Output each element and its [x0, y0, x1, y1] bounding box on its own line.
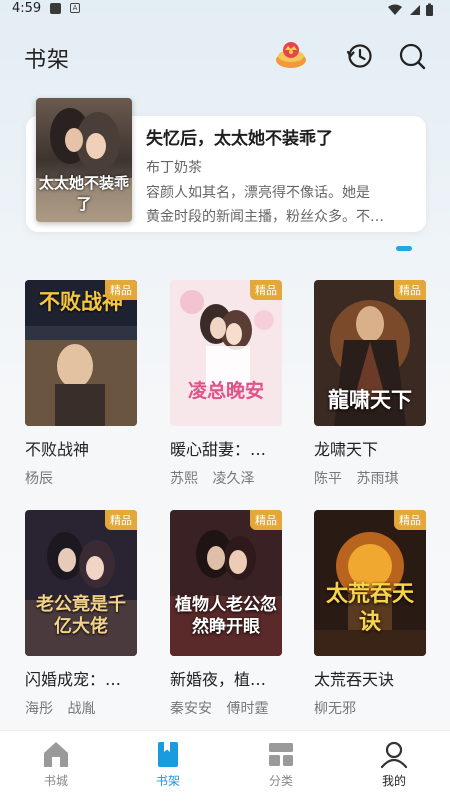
book-author: 傅时霆 — [226, 701, 269, 717]
featured-book-author: 布丁奶茶 — [146, 160, 202, 176]
book-title[interactable]: 龙啸天下 — [314, 436, 426, 460]
book-item[interactable]: 太荒吞天诀 精品 太荒吞天诀 柳无邪 — [314, 510, 426, 718]
book-item[interactable]: 龍啸天下 精品 龙啸天下 陈平 苏雨琪 — [314, 280, 426, 488]
featured-book-description: 容颜人如其名，漂亮得不像话。她是 黄金时段的新闻主播，粉丝众多。不… — [146, 181, 410, 229]
tab-mine[interactable]: 我的 — [338, 731, 450, 801]
book-item[interactable]: 植物人老公忽然睁开眼 精品 新婚夜，植… 秦安安 傅时霆 — [170, 510, 282, 718]
book-cover-text: 太荒吞天诀 — [325, 581, 414, 635]
book-item[interactable]: 老公竟是千亿大佬 精品 闪婚成宠：… 海彤 战胤 — [25, 510, 137, 718]
premium-badge: 精品 — [105, 280, 137, 300]
tab-category[interactable]: 分类 — [225, 731, 337, 801]
header: 书架 — [0, 30, 450, 80]
book-cover[interactable]: 不败战神 精品 — [25, 280, 137, 426]
premium-badge: 精品 — [250, 280, 282, 300]
premium-badge: 精品 — [105, 510, 137, 530]
book-title[interactable]: 新婚夜，植… — [170, 666, 282, 690]
book-cover[interactable]: 植物人老公忽然睁开眼 精品 — [170, 510, 282, 656]
book-author: 凌久泽 — [212, 471, 255, 487]
book-authors: 苏熙 凌久泽 — [170, 468, 282, 488]
tab-label: 我的 — [381, 774, 406, 788]
category-grid-icon — [269, 743, 293, 766]
book-authors: 杨辰 — [25, 468, 137, 488]
book-author: 陈平 — [314, 471, 342, 487]
book-author: 杨辰 — [25, 471, 53, 487]
book-title[interactable]: 不败战神 — [25, 436, 137, 460]
book-cover-text: 植物人老公忽然睁开眼 — [175, 595, 277, 637]
premium-badge: 精品 — [250, 510, 282, 530]
book-cover-text: 龍啸天下 — [328, 387, 412, 412]
book-author: 苏雨琪 — [356, 471, 399, 487]
premium-badge: 精品 — [394, 510, 426, 530]
book-title[interactable]: 太荒吞天诀 — [314, 666, 426, 690]
bookshelf-icon — [158, 742, 178, 767]
home-icon — [44, 742, 68, 767]
featured-book-cover[interactable]: 太太她不装乖了 — [36, 98, 132, 222]
bottom-tab-bar: 书城 书架 分类 我的 — [0, 730, 450, 801]
tab-bookstore[interactable]: 书城 — [0, 731, 112, 801]
carousel-indicator — [396, 246, 412, 251]
user-profile-icon — [380, 741, 408, 769]
book-authors: 秦安安 傅时霆 — [170, 698, 282, 718]
tab-label: 书架 — [155, 774, 180, 788]
book-item[interactable]: 不败战神 精品 不败战神 杨辰 — [25, 280, 137, 488]
book-title[interactable]: 闪婚成宠：… — [25, 666, 137, 690]
history-icon[interactable] — [346, 42, 374, 70]
book-cover[interactable]: 老公竟是千亿大佬 精品 — [25, 510, 137, 656]
featured-desc-line-2: 黄金时段的新闻主播，粉丝众多。不… — [146, 209, 384, 225]
tab-bookshelf[interactable]: 书架 — [112, 731, 224, 801]
book-authors: 柳无邪 — [314, 698, 426, 718]
status-time: 4:59 — [12, 1, 42, 16]
book-cover-text: 老公竟是千亿大佬 — [36, 594, 126, 637]
tab-label: 分类 — [268, 774, 293, 788]
book-title[interactable]: 暖心甜妻：… — [170, 436, 282, 460]
book-cover[interactable]: 太荒吞天诀 精品 — [314, 510, 426, 656]
book-cover[interactable]: 龍啸天下 精品 — [314, 280, 426, 426]
notification-icon — [50, 3, 61, 14]
search-icon[interactable] — [398, 42, 426, 70]
book-author: 海彤 — [25, 701, 53, 717]
status-indicators-icon — [388, 3, 433, 16]
book-authors: 陈平 苏雨琪 — [314, 468, 426, 488]
book-author: 战胤 — [67, 701, 96, 717]
featured-book-title[interactable]: 失忆后，太太她不装乖了 — [146, 124, 333, 149]
premium-badge: 精品 — [394, 280, 426, 300]
gift-pot-icon[interactable] — [274, 38, 308, 72]
status-bar: 4:59 A — [0, 0, 450, 20]
book-author: 苏熙 — [170, 471, 198, 487]
tab-label: 书城 — [43, 774, 68, 788]
book-author: 柳无邪 — [314, 701, 356, 717]
featured-desc-line-1: 容颜人如其名，漂亮得不像话。她是 — [146, 185, 370, 201]
book-item[interactable]: 凌总晚安 精品 暖心甜妻：… 苏熙 凌久泽 — [170, 280, 282, 488]
book-cover[interactable]: 凌总晚安 精品 — [170, 280, 282, 426]
book-cover-text: 凌总晚安 — [187, 380, 264, 402]
app-notification-icon: A — [70, 3, 80, 13]
book-authors: 海彤 战胤 — [25, 698, 137, 718]
book-author: 秦安安 — [170, 701, 212, 717]
page-title: 书架 — [24, 48, 71, 73]
featured-cover-text: 太太她不装乖了 — [38, 174, 129, 213]
